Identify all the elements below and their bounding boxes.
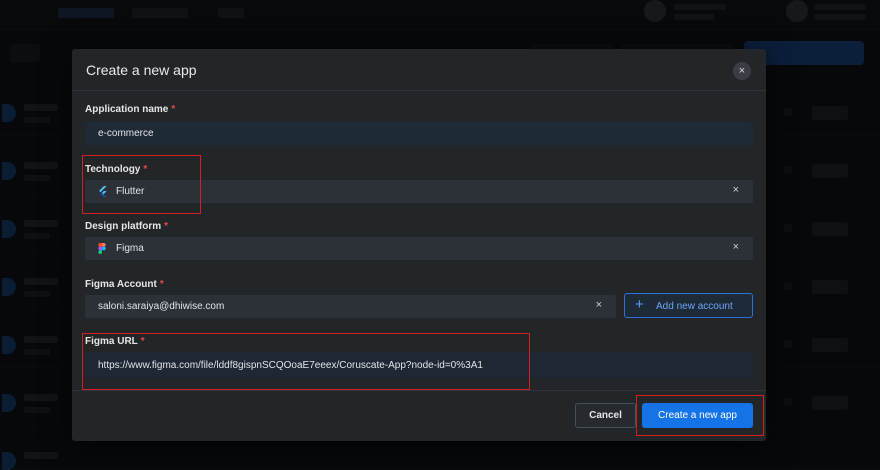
annotation-box-figma-url [82, 333, 530, 390]
design-platform-select[interactable]: Figma × [85, 237, 753, 260]
figma-account-label: Figma Account * [85, 279, 164, 290]
plus-icon: + [635, 296, 644, 313]
figma-account-value: saloni.saraiya@dhiwise.com [98, 301, 225, 312]
annotation-box-create-button [636, 395, 764, 436]
close-icon: × [738, 65, 746, 77]
required-mark: * [164, 221, 169, 232]
annotation-box-technology [82, 155, 201, 214]
cancel-button[interactable]: Cancel [575, 403, 636, 428]
design-platform-value: Figma [116, 243, 144, 254]
dialog-header: Create a new app × [72, 49, 766, 91]
figma-icon [98, 243, 106, 254]
footer-divider [72, 390, 766, 391]
required-mark: * [159, 279, 164, 290]
application-name-value: e-commerce [98, 128, 154, 139]
add-new-account-button[interactable]: + Add new account [624, 293, 753, 318]
clear-figma-account-icon[interactable]: × [596, 299, 602, 311]
figma-account-select[interactable]: saloni.saraiya@dhiwise.com × [85, 295, 616, 318]
application-name-label: Application name * [85, 104, 176, 115]
design-platform-label: Design platform * [85, 221, 169, 232]
dialog-title: Create a new app [86, 62, 197, 78]
required-mark: * [171, 104, 176, 115]
clear-design-platform-icon[interactable]: × [733, 241, 739, 253]
application-name-input[interactable]: e-commerce [85, 122, 753, 145]
add-new-account-label: Add new account [656, 301, 733, 312]
clear-technology-icon[interactable]: × [733, 184, 739, 196]
close-button[interactable]: × [733, 62, 751, 80]
